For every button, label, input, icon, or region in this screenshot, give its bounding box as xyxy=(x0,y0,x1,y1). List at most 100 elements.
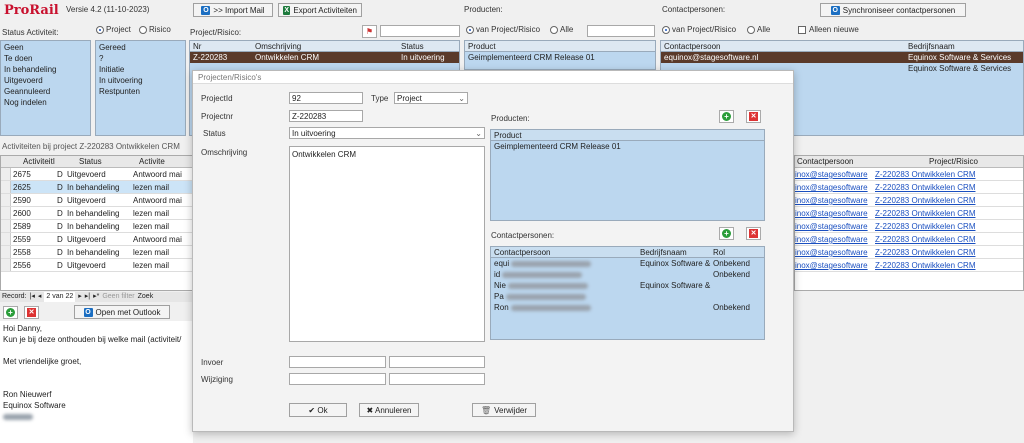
projectid-input[interactable]: 92 xyxy=(289,92,363,104)
activities-right-grid[interactable]: Contactpersoon Project/Risico inox@stage… xyxy=(794,155,1024,291)
row-selector[interactable] xyxy=(1,194,11,206)
status-item[interactable]: Geen xyxy=(1,42,90,53)
product-row[interactable]: Geimplementeerd CRM Release 01 xyxy=(465,52,655,63)
delete-activity-button[interactable]: ✕ xyxy=(24,306,39,319)
status-item[interactable]: Geannuleerd xyxy=(1,86,90,97)
modal-contact-row[interactable]: equi Equinox Software & Onbekend xyxy=(491,258,764,269)
producten-search-input[interactable] xyxy=(587,25,655,37)
last-record-icon[interactable]: ▸| xyxy=(85,292,90,302)
sync-contactpersonen-button[interactable]: O Synchroniseer contactpersonen xyxy=(820,3,966,17)
activity-right-row[interactable]: inox@stagesoftware Z-220283 Ontwikkelen C… xyxy=(795,181,1023,194)
add-contact-button[interactable]: + xyxy=(719,227,734,240)
activity-right-row[interactable]: inox@stagesoftware Z-220283 Ontwikkelen C… xyxy=(795,246,1023,259)
contact-radio-project[interactable]: van Project/Risico xyxy=(662,25,736,34)
invoer-date-input[interactable] xyxy=(289,356,386,368)
col-activiteit[interactable]: Activite xyxy=(139,156,165,167)
project-search-input[interactable] xyxy=(380,25,460,37)
wijziging-user-input[interactable] xyxy=(389,373,485,385)
activity-right-row[interactable]: inox@stagesoftware Z-220283 Ontwikkelen C… xyxy=(795,194,1023,207)
project-status-list[interactable]: Gereed ? Initiatie In uitvoering Restpun… xyxy=(95,40,186,136)
contact-row[interactable]: equinox@stagesoftware.nl Equinox Softwar… xyxy=(661,52,1023,63)
col-activiteitid[interactable]: ActiviteitI xyxy=(23,156,67,167)
clear-filter-button[interactable]: ⚑ xyxy=(362,25,377,38)
project-link[interactable]: Z-220283 Ontwikkelen CRM xyxy=(873,233,975,245)
project-link[interactable]: Z-220283 Ontwikkelen CRM xyxy=(873,181,975,193)
project-link[interactable]: Z-220283 Ontwikkelen CRM xyxy=(873,246,975,258)
contact-link[interactable]: inox@stagesoftware xyxy=(795,246,873,258)
status-item[interactable]: Te doen xyxy=(1,53,90,64)
add-activity-button[interactable]: + xyxy=(3,306,18,319)
activity-right-row[interactable]: inox@stagesoftware Z-220283 Ontwikkelen C… xyxy=(795,259,1023,272)
activity-row[interactable]: 2625 D In behandeling lezen mail xyxy=(1,181,192,194)
row-selector[interactable] xyxy=(1,233,11,245)
activity-right-row[interactable]: inox@stagesoftware Z-220283 Ontwikkelen C… xyxy=(795,168,1023,181)
project-status-item[interactable]: Gereed xyxy=(96,42,185,53)
activity-row[interactable]: 2590 D Uitgevoerd Antwoord mai xyxy=(1,194,192,207)
producten-grid[interactable]: Product Geimplementeerd CRM Release 01 xyxy=(464,40,656,70)
contact-link[interactable]: inox@stagesoftware xyxy=(795,181,873,193)
activities-grid[interactable]: ActiviteitI Status Activite 2675 D Uitgevo… xyxy=(0,155,193,291)
row-selector[interactable] xyxy=(1,181,11,193)
project-link[interactable]: Z-220283 Ontwikkelen CRM xyxy=(873,168,975,180)
row-selector[interactable] xyxy=(1,259,11,271)
status-item[interactable]: In behandeling xyxy=(1,64,90,75)
project-status-item[interactable]: ? xyxy=(96,53,185,64)
row-selector[interactable] xyxy=(1,220,11,232)
type-select[interactable]: Project ⌄ xyxy=(394,92,468,104)
delete-product-button[interactable]: ✕ xyxy=(746,110,761,123)
radio-risico[interactable]: Risico xyxy=(139,25,171,34)
contact-link[interactable]: inox@stagesoftware xyxy=(795,220,873,232)
project-link[interactable]: Z-220283 Ontwikkelen CRM xyxy=(873,207,975,219)
project-status-item[interactable]: Initiatie xyxy=(96,64,185,75)
activity-row[interactable]: 2675 D Uitgevoerd Antwoord mai xyxy=(1,168,192,181)
modal-product-row[interactable]: Geimplementeerd CRM Release 01 xyxy=(491,141,764,152)
modal-contact-row[interactable]: Ron Onbekend xyxy=(491,302,764,313)
ok-button[interactable]: ✔ Ok xyxy=(289,403,347,417)
col-status[interactable]: Status xyxy=(67,156,139,167)
activity-row[interactable]: 2600 D In behandeling lezen mail xyxy=(1,207,192,220)
status-select[interactable]: In uitvoering ⌄ xyxy=(289,127,485,139)
activity-row[interactable]: 2556 D Uitgevoerd lezen mail xyxy=(1,259,192,272)
invoer-user-input[interactable] xyxy=(389,356,485,368)
radio-project[interactable]: Project xyxy=(96,25,131,34)
row-selector[interactable] xyxy=(1,168,11,180)
contact-radio-alle[interactable]: Alle xyxy=(747,25,770,34)
modal-producten-grid[interactable]: Product Geimplementeerd CRM Release 01 xyxy=(490,129,765,221)
verwijder-button[interactable]: 🗑 Verwijder xyxy=(472,403,536,417)
export-activiteiten-button[interactable]: X Export Activiteiten xyxy=(278,3,362,17)
contact-link[interactable]: inox@stagesoftware xyxy=(795,207,873,219)
add-product-button[interactable]: + xyxy=(719,110,734,123)
zoek-field[interactable]: Zoek xyxy=(138,292,154,302)
col-contactpersoon[interactable]: Contactpersoon xyxy=(795,156,873,167)
omschrijving-textarea[interactable]: Ontwikkelen CRM xyxy=(289,146,485,342)
contact-link[interactable]: inox@stagesoftware xyxy=(795,194,873,206)
activity-row[interactable]: 2558 D In behandeling lezen mail xyxy=(1,246,192,259)
annuleren-button[interactable]: ✖ Annuleren xyxy=(359,403,419,417)
project-link[interactable]: Z-220283 Ontwikkelen CRM xyxy=(873,259,975,271)
status-item[interactable]: Nog indelen xyxy=(1,97,90,108)
new-record-icon[interactable]: ▸* xyxy=(93,292,99,302)
modal-contact-grid[interactable]: Contactpersoon Bedrijfsnaam Rol equi Equi… xyxy=(490,246,765,340)
col-project-risico[interactable]: Project/Risico xyxy=(873,156,978,167)
row-selector[interactable] xyxy=(1,207,11,219)
producten-radio-project[interactable]: van Project/Risico xyxy=(466,25,540,34)
status-item[interactable]: Uitgevoerd xyxy=(1,75,90,86)
import-mail-button[interactable]: O >> Import Mail xyxy=(193,3,273,17)
wijziging-date-input[interactable] xyxy=(289,373,386,385)
prev-record-icon[interactable]: ◂ xyxy=(38,292,42,302)
activity-row[interactable]: 2589 D In behandeling lezen mail xyxy=(1,220,192,233)
project-link[interactable]: Z-220283 Ontwikkelen CRM xyxy=(873,194,975,206)
filter-status[interactable]: Geen filter xyxy=(102,292,134,302)
contact-link[interactable]: inox@stagesoftware xyxy=(795,259,873,271)
next-record-icon[interactable]: ▸ xyxy=(78,292,82,302)
modal-contact-row[interactable]: Pa xyxy=(491,291,764,302)
row-selector[interactable] xyxy=(1,246,11,258)
open-outlook-button[interactable]: O Open met Outlook xyxy=(74,305,170,319)
activity-right-row[interactable]: inox@stagesoftware Z-220283 Ontwikkelen C… xyxy=(795,220,1023,233)
projectnr-input[interactable]: Z-220283 xyxy=(289,110,363,122)
contact-link[interactable]: inox@stagesoftware xyxy=(795,233,873,245)
modal-contact-row[interactable]: Nie Equinox Software & xyxy=(491,280,764,291)
producten-radio-alle[interactable]: Alle xyxy=(550,25,573,34)
status-activiteit-list[interactable]: Geen Te doen In behandeling Uitgevoerd G… xyxy=(0,40,91,136)
project-status-item[interactable]: Restpunten xyxy=(96,86,185,97)
